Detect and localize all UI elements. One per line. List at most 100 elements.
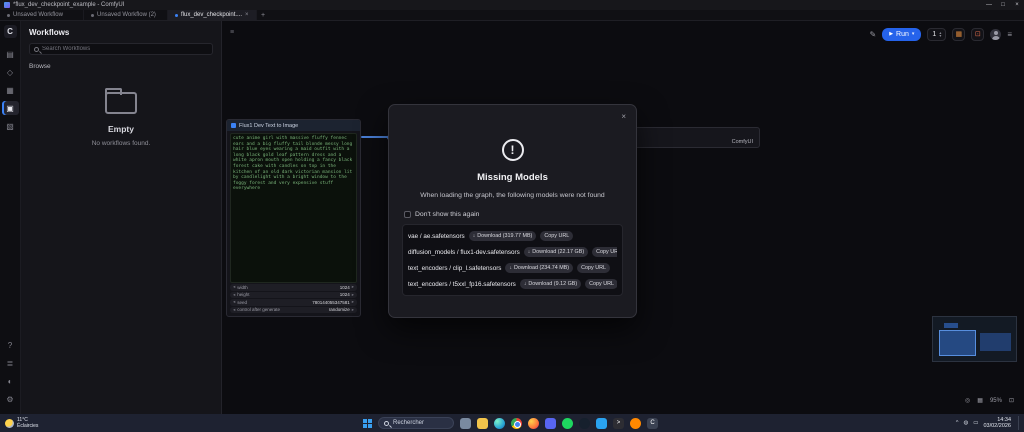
main-menu-icon[interactable]: ≡	[1007, 30, 1012, 39]
toggle-grid-icon[interactable]: ▦	[977, 397, 983, 404]
model-library-icon[interactable]: ▦	[2, 83, 19, 97]
help-icon[interactable]: ?	[2, 338, 19, 352]
node-link	[361, 136, 388, 138]
width-widget[interactable]: ◂ width 1024 ▸	[230, 284, 357, 291]
download-label: Download (22.17 GB)	[532, 249, 584, 255]
widget-value: 780144055347581	[312, 300, 350, 305]
spotify-app-icon[interactable]	[562, 418, 573, 429]
decrement-icon[interactable]: ◂	[233, 284, 235, 290]
edge-browser-icon[interactable]	[494, 418, 505, 429]
dont-show-again-label: Don't show this again	[415, 211, 479, 218]
terminal-app-icon[interactable]: >	[613, 418, 624, 429]
download-button[interactable]: ↓ Download (22.17 GB)	[524, 247, 588, 257]
graph-minimap[interactable]	[932, 316, 1017, 362]
chrome-browser-icon[interactable]	[511, 418, 522, 429]
dialog-close-icon[interactable]: ×	[621, 112, 626, 121]
edit-pencil-icon[interactable]: ✎	[869, 30, 876, 39]
taskbar-search[interactable]: Rechercher	[378, 417, 454, 429]
tab-flux-dev-checkpoint[interactable]: flux_dev_checkpoint.... ×	[168, 10, 257, 20]
minimize-button[interactable]: —	[982, 0, 996, 10]
canvas-menu-icon[interactable]: ≡	[230, 29, 234, 36]
model-row: diffusion_models / flux1-dev.safetensors…	[408, 244, 617, 260]
step-down-icon[interactable]: ▾	[939, 34, 941, 38]
decrement-icon[interactable]: ◂	[233, 307, 235, 313]
network-icon[interactable]: ◍	[963, 420, 968, 426]
model-name: text_encoders / clip_l.safetensors	[408, 265, 501, 272]
decrement-icon[interactable]: ◂	[233, 299, 235, 305]
download-button[interactable]: ↓ Download (319.77 MB)	[469, 231, 537, 241]
warning-circle-icon: !	[502, 139, 524, 161]
increment-icon[interactable]: ▸	[352, 307, 354, 313]
discord-app-icon[interactable]	[545, 418, 556, 429]
control-after-generate-widget[interactable]: ◂ control after generate randomize ▸	[230, 307, 357, 314]
empty-state-title: Empty	[21, 124, 221, 134]
increment-icon[interactable]: ▸	[352, 299, 354, 305]
widget-value: 1024	[340, 292, 350, 297]
file-explorer-icon[interactable]	[477, 418, 488, 429]
tab-close-icon[interactable]: ×	[245, 12, 249, 18]
stepper-arrows[interactable]: ▴ ▾	[939, 31, 941, 38]
tab-label: flux_dev_checkpoint....	[181, 12, 242, 18]
hidden-icons-chevron-icon[interactable]: ^	[956, 420, 959, 426]
battery-icon[interactable]: ▭	[973, 420, 978, 426]
shortcuts-icon[interactable]: ≣	[2, 356, 19, 370]
node-library-icon[interactable]: ◇	[2, 65, 19, 79]
show-desktop-button[interactable]	[1018, 416, 1020, 430]
increment-icon[interactable]: ▸	[352, 292, 354, 298]
node-group-header[interactable]: Flux1 Dev Text to Image	[227, 120, 360, 131]
download-label: Download (319.77 MB)	[477, 233, 532, 239]
manager-glyph-icon: ⊡	[975, 30, 981, 38]
steam-app-icon[interactable]	[579, 418, 590, 429]
node-group-title: Flux1 Dev Text to Image	[239, 123, 298, 129]
download-label: Download (234.74 MB)	[514, 265, 569, 271]
queue-icon[interactable]: ▤	[2, 47, 19, 61]
queue-button[interactable]: ▦	[952, 28, 965, 41]
new-tab-button[interactable]: +	[257, 10, 270, 20]
workflow-tab-bar: Unsaved Workflow Unsaved Workflow (2) fl…	[0, 10, 1024, 21]
zoom-level-value[interactable]: 95%	[990, 398, 1002, 404]
firefox-browser-icon[interactable]	[528, 418, 539, 429]
comfyui-app-icon[interactable]: C	[647, 418, 658, 429]
vscode-app-icon[interactable]	[596, 418, 607, 429]
focus-view-icon[interactable]: ◎	[965, 397, 970, 404]
manager-button[interactable]: ⊡	[971, 28, 984, 41]
taskbar-clock[interactable]: 14:34 03/02/2026	[983, 417, 1011, 430]
copy-url-button[interactable]: Copy URL	[577, 263, 610, 273]
maximize-button[interactable]: □	[996, 0, 1010, 10]
workflows-panel: Workflows Browse Empty No workflows foun…	[21, 21, 222, 414]
templates-icon[interactable]: ▧	[2, 119, 19, 133]
workflow-search-input[interactable]	[42, 46, 208, 52]
workflows-icon[interactable]: ▣	[2, 101, 19, 115]
increment-icon[interactable]: ▸	[352, 284, 354, 290]
copy-url-button[interactable]: Copy URL	[540, 231, 573, 241]
run-button[interactable]: ▶ Run ▾	[882, 28, 921, 41]
settings-icon[interactable]: ⚙	[2, 392, 19, 406]
tab-unsaved-workflow-2[interactable]: Unsaved Workflow (2)	[84, 10, 168, 20]
user-avatar[interactable]	[990, 29, 1001, 40]
tab-label: Unsaved Workflow	[13, 12, 63, 18]
vlc-app-icon[interactable]	[630, 418, 641, 429]
copy-url-button[interactable]: Copy URL	[592, 247, 617, 257]
batch-count-stepper[interactable]: 1 ▴ ▾	[927, 28, 946, 41]
widget-label: height	[237, 292, 249, 297]
seed-widget[interactable]: ◂ seed 780144055347581 ▸	[230, 299, 357, 306]
fit-view-icon[interactable]: ⊡	[1009, 397, 1014, 404]
flux-text-to-image-node[interactable]: Flux1 Dev Text to Image cute anime girl …	[226, 119, 361, 317]
prompt-textarea[interactable]: cute anime girl with massive fluffy fenn…	[230, 133, 357, 283]
height-widget[interactable]: ◂ height 1024 ▸	[230, 292, 357, 299]
download-button[interactable]: ↓ Download (9.12 GB)	[520, 279, 581, 289]
theme-icon[interactable]: ◐	[2, 374, 19, 388]
copy-url-button[interactable]: Copy URL	[585, 279, 617, 289]
run-options-caret-icon[interactable]: ▾	[912, 31, 915, 37]
model-row: vae / ae.safetensors ↓ Download (319.77 …	[408, 228, 617, 244]
dont-show-again-checkbox[interactable]	[404, 211, 411, 218]
close-button[interactable]: ×	[1010, 0, 1024, 10]
decrement-icon[interactable]: ◂	[233, 292, 235, 298]
weather-widget[interactable]: 11°C Éclaircies	[5, 414, 38, 432]
workflows-empty-state: Empty No workflows found.	[21, 92, 221, 147]
tab-unsaved-workflow[interactable]: Unsaved Workflow	[0, 10, 84, 20]
workflow-search-box[interactable]	[29, 43, 213, 55]
start-button[interactable]	[363, 419, 372, 428]
download-button[interactable]: ↓ Download (234.74 MB)	[505, 263, 573, 273]
photos-app-icon[interactable]	[460, 418, 471, 429]
